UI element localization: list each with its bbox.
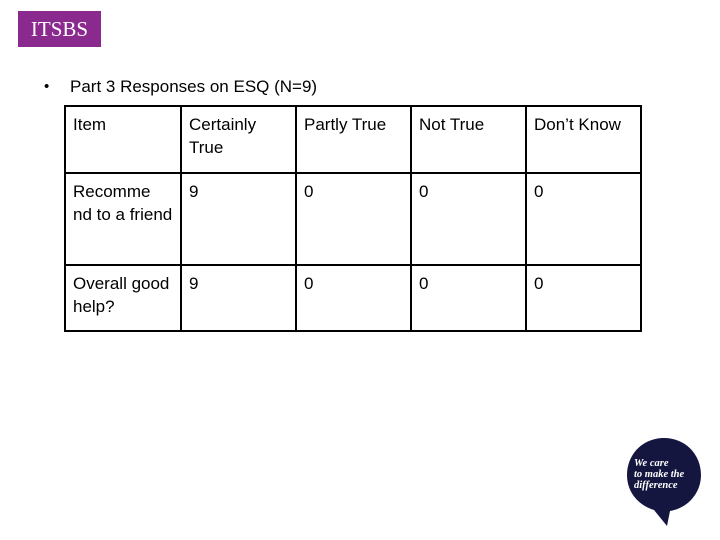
logo-line-1: We care — [634, 458, 669, 469]
speech-bubble-logo: We care to make the difference — [627, 438, 701, 526]
itsbs-badge: ITSBS — [18, 11, 101, 47]
column-header-not-true: Not True — [410, 105, 527, 174]
cell-partly-true: 0 — [295, 172, 412, 266]
section-heading: • Part 3 Responses on ESQ (N=9) — [44, 77, 317, 97]
cell-partly-true: 0 — [295, 264, 412, 332]
row-item-label: Recomme nd to a friend — [64, 172, 182, 266]
table-row: Recomme nd to a friend 9 0 0 0 — [64, 172, 642, 266]
column-header-dont-know: Don’t Know — [525, 105, 642, 174]
cell-certainly-true: 9 — [180, 172, 297, 266]
column-header-partly-true: Partly True — [295, 105, 412, 174]
table-row: Overall good help? 9 0 0 0 — [64, 264, 642, 332]
table-header-row: Item Certainly True Partly True Not True… — [64, 105, 642, 174]
responses-table: Item Certainly True Partly True Not True… — [64, 105, 642, 332]
cell-not-true: 0 — [410, 264, 527, 332]
logo-line-2: to make the — [634, 469, 685, 480]
cell-dont-know: 0 — [525, 172, 642, 266]
logo-line-3: difference — [634, 480, 678, 491]
column-header-certainly-true: Certainly True — [180, 105, 297, 174]
cell-not-true: 0 — [410, 172, 527, 266]
column-header-item: Item — [64, 105, 182, 174]
row-item-label: Overall good help? — [64, 264, 182, 332]
cell-certainly-true: 9 — [180, 264, 297, 332]
cell-dont-know: 0 — [525, 264, 642, 332]
bullet-icon: • — [44, 78, 50, 95]
section-heading-text: Part 3 Responses on ESQ (N=9) — [70, 77, 318, 96]
